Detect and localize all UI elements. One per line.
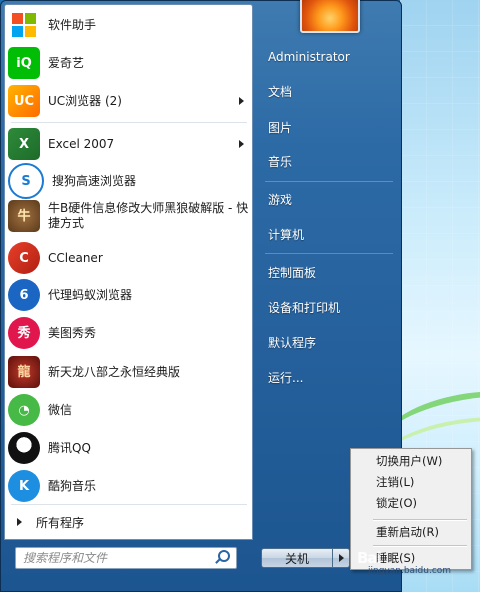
music-link[interactable]: 音乐 xyxy=(259,147,399,175)
shutdown-label: 关机 xyxy=(284,551,309,566)
control-panel-link[interactable]: 控制面板 xyxy=(259,258,399,286)
program-item[interactable]: 软件助手 xyxy=(5,7,252,43)
user-name-link[interactable]: Administrator xyxy=(259,43,399,71)
program-item[interactable]: UC UC浏览器 (2) xyxy=(5,83,252,119)
program-label: 美图秀秀 xyxy=(48,325,97,340)
program-label: Excel 2007 xyxy=(48,136,115,151)
divider xyxy=(11,122,247,123)
uc-browser-icon: UC xyxy=(8,85,40,117)
all-programs-label: 所有程序 xyxy=(36,515,85,530)
sogou-browser-icon: S xyxy=(8,163,44,199)
menu-divider xyxy=(373,519,467,521)
right-item-label: 图片 xyxy=(268,120,293,135)
right-item-label: 计算机 xyxy=(268,227,305,242)
program-label: 酷狗音乐 xyxy=(48,478,97,493)
program-label: 微信 xyxy=(48,402,73,417)
user-avatar[interactable] xyxy=(300,0,360,33)
program-item[interactable]: C CCleaner xyxy=(5,240,252,276)
search-box[interactable] xyxy=(15,547,237,569)
search-icon[interactable] xyxy=(214,549,232,567)
switch-user-item[interactable]: 切换用户(W) xyxy=(351,451,471,472)
wechat-icon: ◔ xyxy=(8,394,40,426)
watermark-url: jingyan.baidu.com xyxy=(368,566,452,576)
program-item[interactable]: X Excel 2007 xyxy=(5,126,252,162)
program-label: 新天龙八部之永恒经典版 xyxy=(48,364,181,379)
watermark-logo: Bai xyxy=(357,549,382,567)
start-menu: 软件助手 iQ 爱奇艺 UC UC浏览器 (2) X Excel 2007 S 搜狗高速浏览器牛… xyxy=(0,0,402,592)
search-input[interactable] xyxy=(16,548,214,568)
games-link[interactable]: 游戏 xyxy=(259,185,399,213)
right-item-label: 游戏 xyxy=(268,192,293,207)
qq-penguin-icon xyxy=(8,432,40,464)
program-item[interactable]: S 搜狗高速浏览器 xyxy=(5,163,252,199)
program-label: 腾讯QQ xyxy=(48,440,91,455)
program-label: CCleaner xyxy=(48,250,103,265)
program-item[interactable]: iQ 爱奇艺 xyxy=(5,45,252,81)
right-item-label: 默认程序 xyxy=(268,335,317,350)
right-item-label: 设备和打印机 xyxy=(268,300,341,315)
excel-icon: X xyxy=(8,128,40,160)
right-item-label: 运行... xyxy=(268,370,304,385)
ant-browser-icon: 6 xyxy=(8,279,40,311)
meitu-icon: 秀 xyxy=(8,317,40,349)
programs-pane: 软件助手 iQ 爱奇艺 UC UC浏览器 (2) X Excel 2007 S 搜狗高速浏览器牛… xyxy=(4,4,253,540)
kugou-icon: K xyxy=(8,470,40,502)
restart-item[interactable]: 重新启动(R) xyxy=(351,522,471,543)
shutdown-button[interactable]: 关机 xyxy=(261,548,333,568)
program-label: 搜狗高速浏览器 xyxy=(52,173,137,188)
menu-divider xyxy=(373,545,467,547)
user-name-label: Administrator xyxy=(268,50,350,64)
run-link[interactable]: 运行... xyxy=(259,363,399,391)
program-label: 牛B硬件信息修改大师黑狼破解版 - 快捷方式 xyxy=(48,201,249,230)
program-item[interactable]: 腾讯QQ xyxy=(5,430,252,466)
windows-logo-icon xyxy=(8,9,40,41)
tlbb-game-icon: 龍 xyxy=(8,356,40,388)
all-programs-button[interactable]: 所有程序 xyxy=(5,508,252,536)
program-label: UC浏览器 (2) xyxy=(48,93,122,108)
triangle-right-icon xyxy=(17,518,22,526)
cow-icon: 牛 xyxy=(8,200,40,232)
lock-item[interactable]: 锁定(O) xyxy=(351,493,471,514)
ccleaner-icon: C xyxy=(8,242,40,274)
program-label: 代理蚂蚁浏览器 xyxy=(48,287,133,302)
right-item-label: 文档 xyxy=(268,84,293,99)
divider xyxy=(265,181,393,182)
program-item[interactable]: ◔ 微信 xyxy=(5,392,252,428)
divider xyxy=(265,253,393,254)
program-item[interactable]: 6 代理蚂蚁浏览器 xyxy=(5,277,252,313)
submenu-arrow-icon xyxy=(239,140,244,148)
submenu-arrow-icon xyxy=(239,97,244,105)
pictures-link[interactable]: 图片 xyxy=(259,113,399,141)
program-item[interactable]: 龍新天龙八部之永恒经典版 xyxy=(5,354,252,390)
divider xyxy=(11,504,247,505)
program-label: 软件助手 xyxy=(48,17,97,32)
shutdown-options-button[interactable] xyxy=(332,548,350,568)
computer-link[interactable]: 计算机 xyxy=(259,220,399,248)
right-item-label: 音乐 xyxy=(268,154,293,169)
program-item[interactable]: K 酷狗音乐 xyxy=(5,468,252,504)
documents-link[interactable]: 文档 xyxy=(259,77,399,105)
program-item[interactable]: 秀美图秀秀 xyxy=(5,315,252,351)
program-label: 爱奇艺 xyxy=(48,55,85,70)
right-item-label: 控制面板 xyxy=(268,265,317,280)
program-item[interactable]: 牛牛B硬件信息修改大师黑狼破解版 - 快捷方式 xyxy=(5,195,252,237)
iqiyi-icon: iQ xyxy=(8,47,40,79)
log-off-item[interactable]: 注销(L) xyxy=(351,472,471,493)
devices-printers-link[interactable]: 设备和打印机 xyxy=(259,293,399,321)
default-programs-link[interactable]: 默认程序 xyxy=(259,328,399,356)
